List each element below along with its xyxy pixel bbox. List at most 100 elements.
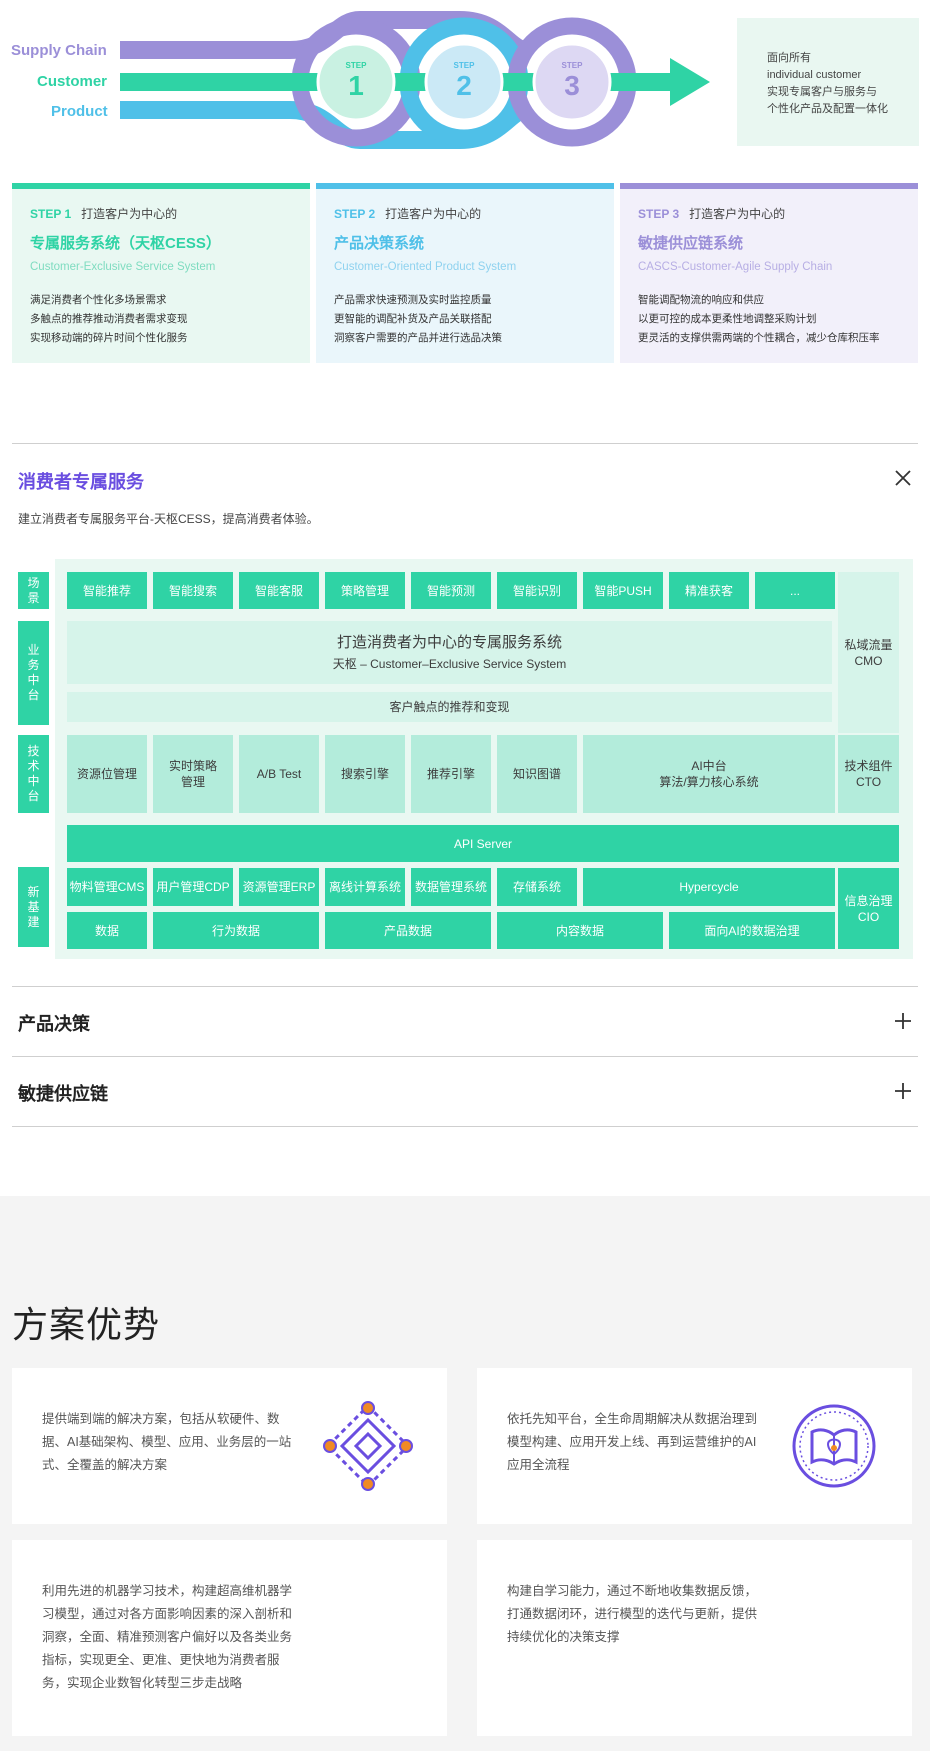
api-server-box: API Server bbox=[67, 825, 899, 862]
step-title: 敏捷供应链系统 bbox=[638, 235, 744, 252]
scene-item: 策略管理 bbox=[325, 572, 405, 609]
card-line: 应用全流程 bbox=[507, 1458, 570, 1472]
architecture-diagram: 智能推荐 智能搜索 智能客服 策略管理 智能预测 智能识别 智能PUSH 精准获… bbox=[55, 559, 913, 959]
card-line: 模型构建、应用开发上线、再到运营维护的AI bbox=[507, 1435, 757, 1449]
accordion-title-consumer-service[interactable]: 消费者专属服务 bbox=[18, 468, 144, 494]
step-subtitle: CASCS-Customer-Agile Supply Chain bbox=[638, 261, 833, 273]
close-icon[interactable] bbox=[893, 468, 913, 488]
step-label: STEP 1 bbox=[30, 207, 72, 221]
advantages-section: 方案优势 提供端到端的解决方案，包括从软硬件、数 据、AI基础架构、模型、应用、… bbox=[0, 1196, 930, 1751]
step-card-2: STEP 2 打造客户为中心的 产品决策系统 Customer-Oriented … bbox=[316, 183, 614, 363]
divider bbox=[12, 1056, 918, 1057]
arrow-head-icon bbox=[670, 58, 710, 106]
note-line: 个性化产品及配置一体化 bbox=[767, 103, 888, 115]
accordion-title-product-decision[interactable]: 产品决策 bbox=[18, 1010, 90, 1036]
step-line: 多触点的推荐推动消费者需求变现 bbox=[30, 313, 188, 325]
diamond-network-icon bbox=[323, 1401, 413, 1491]
data-item: 产品数据 bbox=[325, 912, 491, 949]
card-line: 持续优化的决策支撑 bbox=[507, 1630, 620, 1644]
step-subtitle: Customer-Exclusive Service System bbox=[30, 261, 216, 273]
side-tech-component: 技术组件 CTO bbox=[838, 735, 899, 813]
label-product: Product bbox=[51, 103, 108, 120]
touchpoint-box: 客户触点的推荐和变现 bbox=[67, 692, 832, 722]
advantage-card: 构建自学习能力，通过不断地收集数据反馈， 打通数据闭环，进行模型的迭代与更新，提… bbox=[477, 1540, 912, 1736]
card-line: 依托先知平台，全生命周期解决从数据治理到 bbox=[507, 1412, 758, 1426]
infra-item: 存储系统 bbox=[497, 868, 577, 906]
step-card-3: STEP 3 打造客户为中心的 敏捷供应链系统 CASCS-Customer-Ag… bbox=[620, 183, 918, 363]
advantage-card: 利用先进的机器学习技术，构建超高维机器学 习模型，通过对各方面影响因素的深入剖析… bbox=[12, 1540, 447, 1736]
accordion-description: 建立消费者专属服务平台-天枢CESS，提高消费者体验。 bbox=[18, 512, 319, 526]
scene-item: 智能客服 bbox=[239, 572, 319, 609]
scene-item: 智能PUSH bbox=[583, 572, 663, 609]
tech-item: 知识图谱 bbox=[497, 735, 577, 813]
tech-item: A/B Test bbox=[239, 735, 319, 813]
card-line: 提供端到端的解决方案，包括从软硬件、数 bbox=[42, 1412, 280, 1426]
side-label: 信息治理 bbox=[844, 893, 893, 908]
step-3-number: 3 bbox=[564, 70, 580, 101]
step-heading: 打造客户为中心的 bbox=[81, 207, 178, 221]
side-role: CMO bbox=[854, 653, 883, 668]
card-text: 提供端到端的解决方案，包括从软硬件、数 据、AI基础架构、模型、应用、业务层的一… bbox=[42, 1408, 291, 1477]
card-line: 洞察，全面、精准预测客户偏好以及各类业务 bbox=[42, 1630, 293, 1644]
scene-item: 智能预测 bbox=[411, 572, 491, 609]
step-heading: 打造客户为中心的 bbox=[689, 207, 786, 221]
main-system-subtitle: 天枢 – Customer–Exclusive Service System bbox=[332, 656, 567, 671]
hero-flow: STEP 1 STEP 2 STEP 3 Supply Chain Custom… bbox=[0, 0, 930, 175]
infra-item: 资源管理ERP bbox=[239, 868, 319, 906]
tech-item: 资源位管理 bbox=[67, 735, 147, 813]
scene-item: 智能推荐 bbox=[67, 572, 147, 609]
step-title: 产品决策系统 bbox=[334, 235, 425, 252]
note-line: 实现专属客户与服务与 bbox=[767, 86, 877, 98]
step-2-number: 2 bbox=[456, 70, 472, 101]
data-item: 面向AI的数据治理 bbox=[669, 912, 835, 949]
step-line: 洞察客户需要的产品并进行选品决策 bbox=[334, 332, 502, 344]
note-line: individual customer bbox=[767, 69, 862, 81]
step-heading: 打造客户为中心的 bbox=[385, 207, 482, 221]
step-3-tag: STEP bbox=[562, 61, 584, 70]
card-line: 打通数据闭环，进行模型的迭代与更新，提供 bbox=[507, 1607, 758, 1621]
data-item: 数据 bbox=[67, 912, 147, 949]
accordion-title-agile-supply-chain[interactable]: 敏捷供应链 bbox=[18, 1080, 108, 1106]
tech-item: 搜索引擎 bbox=[325, 735, 405, 813]
plus-icon[interactable] bbox=[893, 1011, 913, 1031]
divider bbox=[12, 443, 918, 444]
step-subtitle: Customer-Oriented Product System bbox=[334, 261, 517, 273]
advantage-card: 提供端到端的解决方案，包括从软硬件、数 据、AI基础架构、模型、应用、业务层的一… bbox=[12, 1368, 447, 1524]
side-info-governance: 信息治理 CIO bbox=[838, 868, 899, 949]
row-label-business-middle: 业务中台 bbox=[18, 621, 49, 725]
plus-icon[interactable] bbox=[893, 1081, 913, 1101]
note-line: 面向所有 bbox=[767, 52, 811, 64]
scene-item: 精准获客 bbox=[669, 572, 749, 609]
ai-center-subtitle: 算法/算力核心系统 bbox=[659, 775, 759, 789]
divider bbox=[12, 986, 918, 987]
main-system-title: 打造消费者为中心的专属服务系统 bbox=[336, 633, 562, 651]
side-label: 技术组件 bbox=[844, 759, 893, 773]
card-text: 依托先知平台，全生命周期解决从数据治理到 模型构建、应用开发上线、再到运营维护的… bbox=[507, 1408, 757, 1477]
infra-item: 离线计算系统 bbox=[325, 868, 405, 906]
data-item: 内容数据 bbox=[497, 912, 663, 949]
step-line: 满足消费者个性化多场景需求 bbox=[30, 294, 167, 306]
card-text: 利用先进的机器学习技术，构建超高维机器学 习模型，通过对各方面影响因素的深入剖析… bbox=[42, 1580, 292, 1695]
card-line: 式、全覆盖的解决方案 bbox=[42, 1458, 168, 1472]
infra-item: 数据管理系统 bbox=[411, 868, 491, 906]
scene-item: 智能搜索 bbox=[153, 572, 233, 609]
row-label-tech-middle: 技术中台 bbox=[18, 735, 49, 813]
tech-item: 推荐引擎 bbox=[411, 735, 491, 813]
card-line: 构建自学习能力，通过不断地收集数据反馈， bbox=[507, 1584, 758, 1598]
flow-note: 面向所有 individual customer 实现专属客户与服务与 个性化产… bbox=[737, 18, 919, 146]
step-line: 产品需求快速预测及实时监控质量 bbox=[334, 294, 492, 306]
tech-item: 实时策略管理 bbox=[153, 735, 233, 813]
step-label: STEP 3 bbox=[638, 207, 680, 221]
side-label: 私域流量 bbox=[844, 637, 893, 652]
scene-item-more: ... bbox=[755, 572, 835, 609]
step-line: 智能调配物流的响应和供应 bbox=[638, 294, 764, 306]
step-line: 实现移动端的碎片时间个性化服务 bbox=[30, 332, 188, 344]
step-1-tag: STEP bbox=[346, 61, 368, 70]
card-line: 据、AI基础架构、模型、应用、业务层的一站 bbox=[42, 1435, 292, 1449]
step-label: STEP 2 bbox=[334, 207, 376, 221]
side-private-traffic: 私域流量 CMO bbox=[838, 572, 899, 733]
label-supply-chain: Supply Chain bbox=[11, 42, 107, 59]
main-system-box: 打造消费者为中心的专属服务系统 天枢 – Customer–Exclusive … bbox=[67, 621, 832, 684]
infra-item: 用户管理CDP bbox=[153, 868, 233, 906]
advantages-title: 方案优势 bbox=[12, 1304, 161, 1345]
